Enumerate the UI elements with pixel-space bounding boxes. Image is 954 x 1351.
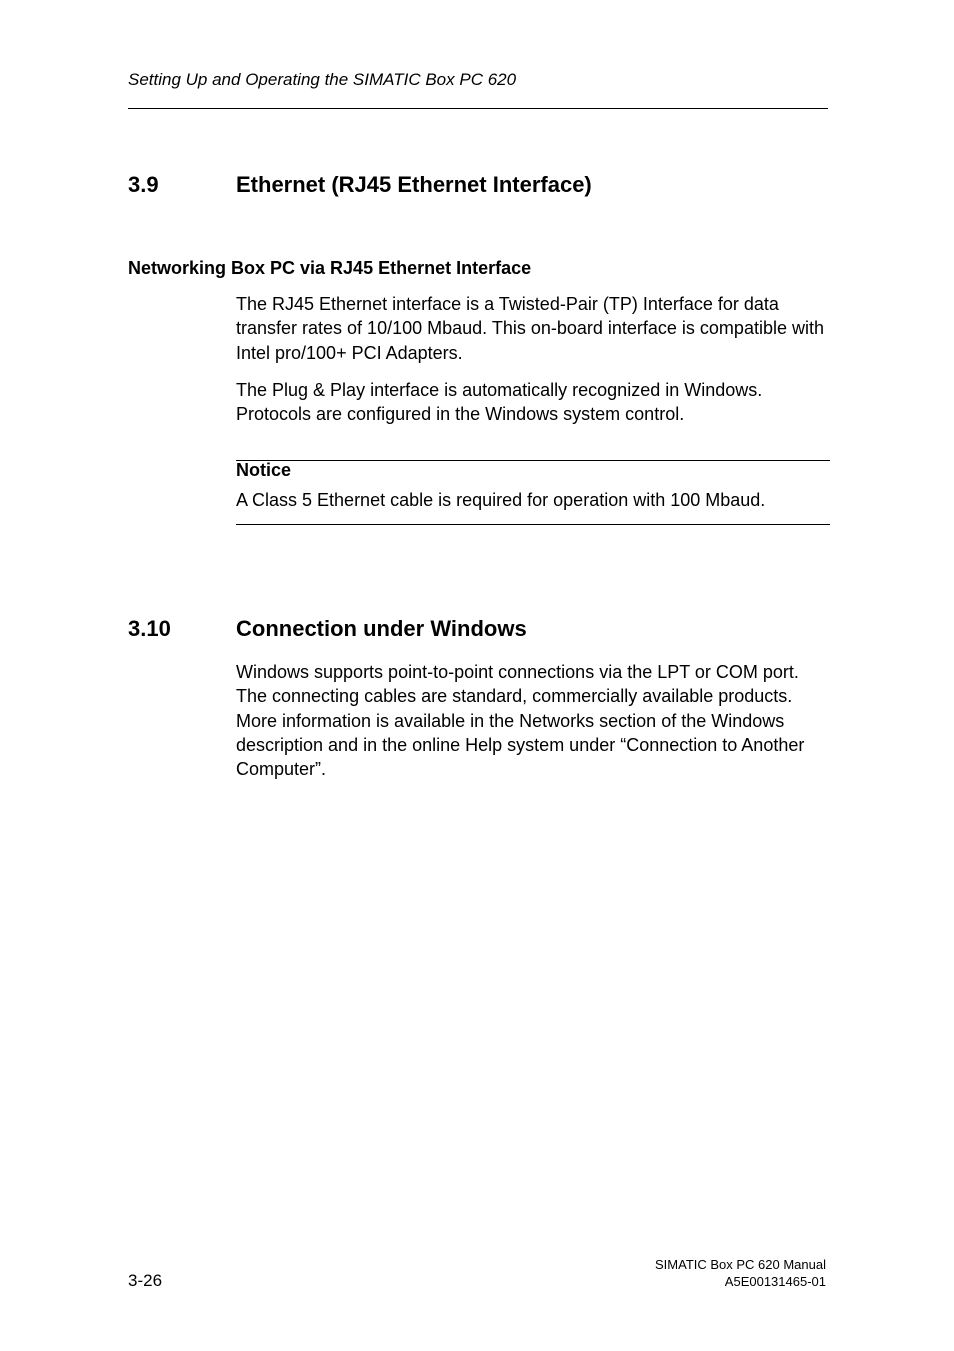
section-3-9-para-2: The Plug & Play interface is automatical… xyxy=(236,378,830,427)
section-3-9-para-1: The RJ45 Ethernet interface is a Twisted… xyxy=(236,292,830,365)
footer-doc-id: A5E00131465-01 xyxy=(655,1274,826,1291)
notice-text: A Class 5 Ethernet cable is required for… xyxy=(236,488,830,512)
running-header: Setting Up and Operating the SIMATIC Box… xyxy=(128,70,516,90)
page-number: 3-26 xyxy=(128,1271,162,1291)
notice-label: Notice xyxy=(236,460,291,481)
notice-rule-bottom xyxy=(236,524,830,525)
section-3-10-title: Connection under Windows xyxy=(236,616,527,642)
section-3-10-heading: 3.10 Connection under Windows xyxy=(128,616,527,642)
footer-doc-title: SIMATIC Box PC 620 Manual xyxy=(655,1257,826,1274)
header-rule xyxy=(128,108,828,109)
section-3-10-para-1: Windows supports point-to-point connecti… xyxy=(236,660,830,781)
page: Setting Up and Operating the SIMATIC Box… xyxy=(0,0,954,1351)
notice-rule-top xyxy=(236,460,830,461)
networking-subhead: Networking Box PC via RJ45 Ethernet Inte… xyxy=(128,258,531,279)
footer-doc-info: SIMATIC Box PC 620 Manual A5E00131465-01 xyxy=(655,1257,826,1291)
section-3-9-title: Ethernet (RJ45 Ethernet Interface) xyxy=(236,172,592,198)
section-3-9-number: 3.9 xyxy=(128,172,236,198)
section-3-10-number: 3.10 xyxy=(128,616,236,642)
section-3-9-heading: 3.9 Ethernet (RJ45 Ethernet Interface) xyxy=(128,172,592,198)
